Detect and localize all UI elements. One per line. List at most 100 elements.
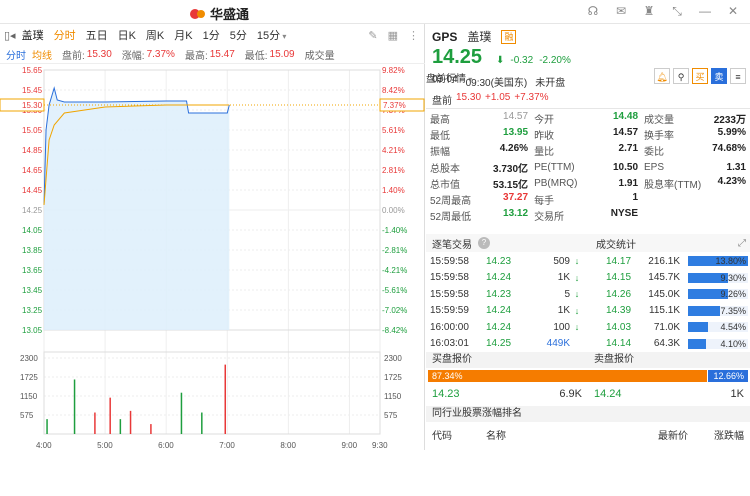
- stat-cell: 52周最高 37.27: [430, 192, 528, 207]
- ask-title: 卖盘报价: [594, 354, 634, 365]
- pct-tick-label: 5.61%: [382, 126, 405, 135]
- stat-label: EPS: [644, 161, 665, 173]
- menu-icon[interactable]: ≡: [730, 68, 746, 84]
- pencil-icon[interactable]: ✎: [368, 29, 377, 42]
- volume-tick-label-right: 2300: [384, 354, 402, 363]
- pct-tick-label: 4.21%: [382, 146, 405, 155]
- tab-15min-dropdown[interactable]: 15分: [257, 27, 287, 43]
- headset-icon[interactable]: ☊: [586, 4, 600, 18]
- volume-tick-label: 2300: [20, 354, 38, 363]
- close-icon[interactable]: ✕: [726, 4, 740, 18]
- legend-intraday[interactable]: 分时: [6, 47, 26, 62]
- stat-cell: 每手 1: [534, 192, 638, 207]
- pct-tick-label: -2.81%: [382, 246, 407, 255]
- chart-info-row: 分时 均线 盘前: 15.30 涨幅: 7.37% 最高: 15.47 最低: …: [0, 46, 466, 85]
- volume-tick-label: 575: [20, 411, 34, 420]
- stats-row: 总市值 53.15亿 PB(MRQ) 1.91 股息率(TTM) 4.23%: [430, 175, 746, 191]
- price-tick-label: 15.05: [22, 126, 43, 135]
- vol-stat-bar: 13.80%: [688, 256, 748, 267]
- bid-ask-ratio-bar: 87.34% 12.66%: [428, 370, 748, 382]
- legend-avg[interactable]: 均线: [32, 47, 52, 62]
- vol-stat-pct: 13.80%: [715, 256, 746, 267]
- pre-label: 盘前:: [62, 51, 85, 62]
- vol-stat-pct: 7.35%: [720, 305, 746, 316]
- trade-row: 15:59:58 14.24 1K ↓: [430, 270, 600, 287]
- col-name[interactable]: 名称: [486, 427, 606, 442]
- stat-label: 交易所: [534, 212, 565, 224]
- minimize-icon[interactable]: —: [698, 4, 712, 18]
- tab-monthly-k[interactable]: 月K: [174, 27, 192, 43]
- trades-title[interactable]: 逐笔交易: [432, 236, 472, 251]
- vol-stat-pct: 4.54%: [720, 322, 746, 333]
- stat-cell: 量比 2.71: [534, 143, 638, 158]
- chg-value: 7.37%: [146, 49, 175, 60]
- col-change-pct[interactable]: 涨跌幅: [688, 427, 744, 442]
- stat-cell: 昨收 14.57: [534, 127, 638, 142]
- price-tick-label: 14.25: [22, 206, 43, 215]
- low-value: 15.09: [269, 49, 295, 60]
- stat-value: 13.12: [503, 208, 529, 220]
- stat-label: 总股本: [430, 163, 460, 175]
- price-tick-label: 13.85: [22, 246, 43, 255]
- market-status: 未开盘: [535, 78, 566, 89]
- stat-label: 总市值: [430, 179, 460, 191]
- intraday-chart[interactable]: 15.65 9.82% 15.45 8.42% 15.30 7.37% 15.05 5.61%…: [0, 64, 425, 450]
- stat-cell: PB(MRQ) 1.91: [534, 178, 638, 189]
- bid-ratio-fill: [428, 370, 708, 382]
- pre-market-pct: +7.37%: [514, 92, 549, 103]
- down-arrow-icon: ↓: [574, 305, 580, 316]
- pct-tick-label: 9.82%: [382, 66, 405, 75]
- stat-cell: 成交量 2233万: [644, 111, 746, 126]
- tab-5day[interactable]: 五日: [86, 27, 108, 43]
- stat-value: 37.27: [503, 192, 529, 204]
- stat-value: 74.68%: [712, 143, 746, 155]
- collapse-icon[interactable]: ⤡: [670, 4, 684, 18]
- trade-time: 15:59:59: [430, 305, 469, 317]
- grid-icon[interactable]: ▦: [388, 29, 398, 42]
- trade-volume: 509: [553, 255, 570, 267]
- price-tick-label: 14.05: [22, 226, 43, 235]
- stat-label: 今开: [534, 114, 555, 126]
- vol-stat-volume: 64.3K: [653, 338, 680, 350]
- vol-stat-bar-fill: [688, 305, 720, 316]
- stat-value: 3.730亿: [493, 163, 529, 175]
- pre-value: 15.30: [86, 49, 112, 60]
- tab-weekly-k[interactable]: 周K: [146, 27, 164, 43]
- tab-1min[interactable]: 1分: [203, 27, 220, 43]
- sidebar-toggle-icon[interactable]: ▯◂: [4, 29, 16, 42]
- stat-label: 52周最高: [430, 196, 472, 208]
- chart-panel: ▯◂ 盖璞 分时 五日 日K 周K 月K 1分 5分 15分 ✎ ▦ ⋮ 分时 …: [0, 24, 466, 450]
- col-code[interactable]: 代码: [432, 427, 486, 442]
- shirt-icon[interactable]: ♜: [642, 4, 656, 18]
- stat-value: 14.57: [503, 110, 529, 122]
- pre-market-label: 盘前: [432, 96, 452, 107]
- trade-volume: 449K: [546, 338, 570, 350]
- add-watchlist-icon[interactable]: ⚲: [673, 68, 689, 84]
- buy-button[interactable]: 买: [692, 68, 708, 84]
- vol-stats-title[interactable]: 成交统计: [596, 236, 636, 251]
- mail-icon[interactable]: ✉: [614, 4, 628, 18]
- ask-ratio-label: 12.66%: [713, 371, 744, 381]
- sell-button[interactable]: 卖: [711, 68, 727, 84]
- alert-bell-icon[interactable]: 🔔︎: [654, 68, 670, 84]
- bid-price: 14.23: [432, 388, 460, 400]
- price-tick-label: 14.85: [22, 146, 43, 155]
- stat-cell: 委比 74.68%: [644, 143, 746, 158]
- tab-daily-k[interactable]: 日K: [118, 27, 136, 43]
- vol-stat-row: 14.14 64.3K 4.10%: [606, 336, 748, 353]
- tab-intraday[interactable]: 分时: [54, 27, 76, 43]
- chg-label: 涨幅:: [121, 51, 145, 62]
- stat-value: 2.71: [618, 143, 639, 155]
- orderbook-row: 14.23 6.9K 14.24 1K: [426, 384, 750, 404]
- stat-label: 委比: [644, 147, 665, 159]
- help-icon[interactable]: ?: [478, 237, 490, 249]
- col-last-price[interactable]: 最新价: [606, 427, 688, 442]
- volume-tick-label-right: 1150: [384, 392, 402, 401]
- pct-tick-label: 1.40%: [382, 186, 405, 195]
- more-icon[interactable]: ⋮: [408, 29, 419, 42]
- vol-stat-price: 14.39: [606, 305, 632, 317]
- expand-icon[interactable]: ⤢: [738, 238, 746, 249]
- stat-label: 52周最低: [430, 212, 472, 224]
- tab-5min[interactable]: 5分: [230, 27, 247, 43]
- divider: [426, 108, 750, 109]
